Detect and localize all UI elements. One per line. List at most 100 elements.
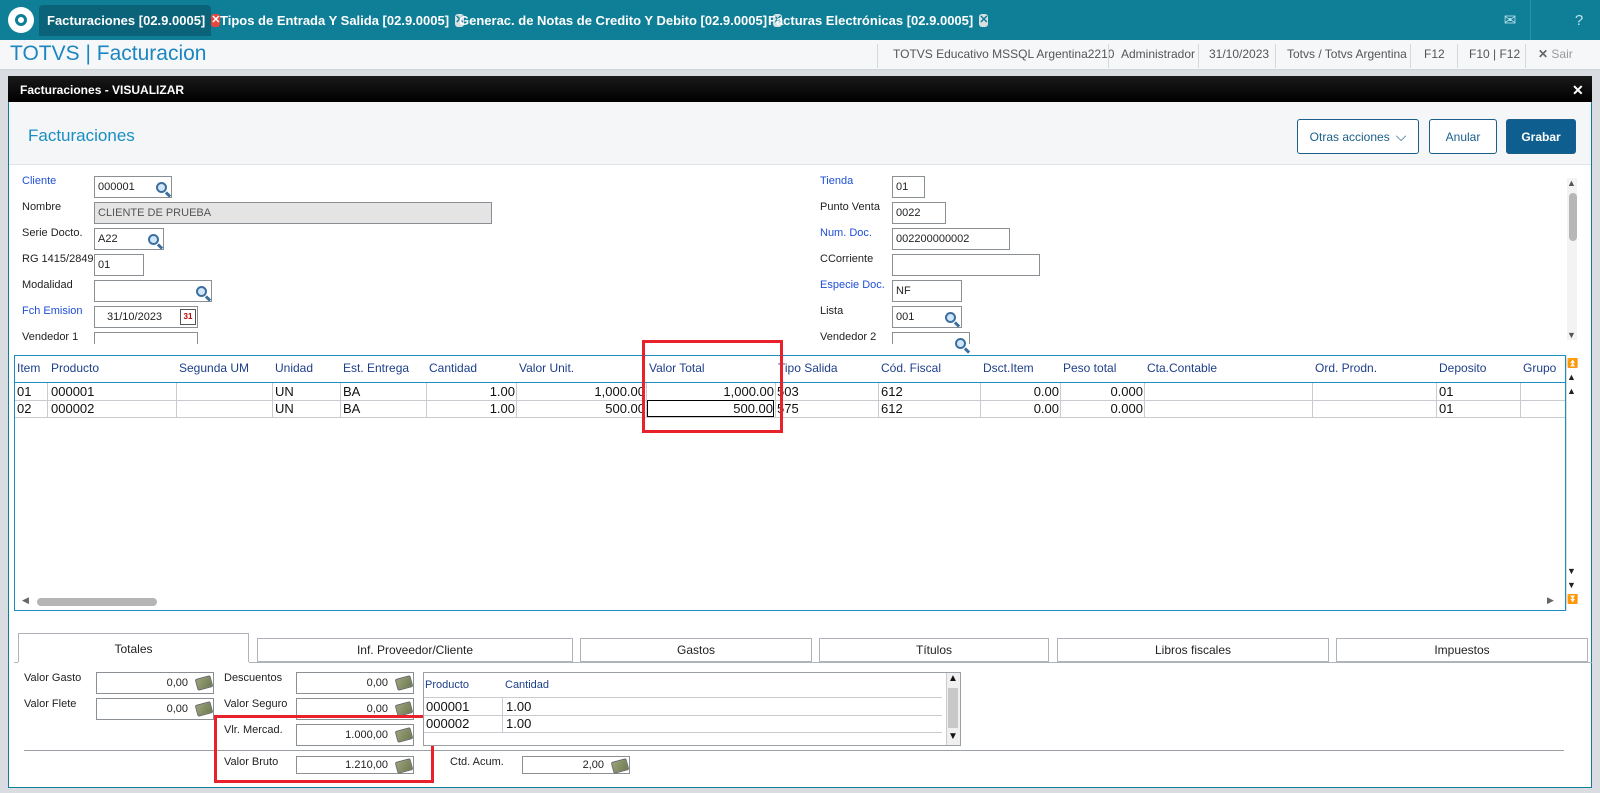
scroll-down-icon[interactable]: ▼ (948, 731, 958, 742)
f10-shortcut[interactable]: F10 | F12 (1469, 47, 1520, 61)
cell-cantidad: 1.00 (489, 401, 515, 416)
punto-venta-label: Punto Venta (820, 201, 880, 213)
column-header-cantidad[interactable]: Cantidad (505, 679, 549, 691)
column-header-producto[interactable]: Producto (425, 679, 469, 691)
cell-cantidad: 1.00 (506, 699, 532, 714)
search-icon[interactable] (940, 307, 960, 327)
cell-producto: 000002 (426, 716, 470, 731)
column-header-unidad[interactable]: Unidad (275, 361, 313, 375)
scroll-up-icon[interactable]: ▲ (948, 673, 958, 684)
cell-est-entrega: BA (343, 384, 361, 399)
lista-label: Lista (820, 305, 844, 317)
cliente-label: Cliente (22, 175, 57, 187)
column-header-grupo[interactable]: Grupo (1523, 361, 1556, 375)
chevron-down-icon: ⌵ (1395, 128, 1407, 144)
f12-shortcut[interactable]: F12 (1424, 47, 1445, 61)
divider (1410, 44, 1411, 68)
dialog-close-icon[interactable]: ✕ (1572, 82, 1584, 99)
num-doc-field[interactable]: 002200000002 (892, 228, 1010, 250)
rg-field[interactable]: 01 (94, 254, 144, 276)
column-header-cod-fiscal[interactable]: Cód. Fiscal (881, 361, 941, 375)
tab-libros-fiscales[interactable]: Libros fiscales (1057, 638, 1329, 662)
environment-label[interactable]: TOTVS Educativo MSSQL Argentina2210 (893, 47, 1114, 61)
save-button[interactable]: Grabar (1506, 119, 1576, 154)
punto-venta-field[interactable]: 0022 (892, 202, 946, 224)
valor-seguro-label: Valor Seguro (224, 698, 288, 710)
column-header-cta-contable[interactable]: Cta.Contable (1147, 361, 1217, 375)
close-icon[interactable]: ✕ (979, 14, 989, 27)
date-label[interactable]: 31/10/2023 (1209, 47, 1269, 61)
cell-item: 02 (17, 401, 32, 416)
scroll-page-down-icon[interactable]: ▼ (1567, 580, 1576, 590)
column-header-dsct-item[interactable]: Dsct.Item (983, 361, 1034, 375)
search-icon[interactable] (950, 333, 970, 353)
scroll-last-icon[interactable]: ⏬ (1567, 594, 1578, 605)
especie-field[interactable]: NF (892, 280, 962, 302)
scrollbar-thumb[interactable] (948, 688, 958, 728)
ctd-acum-label: Ctd. Acum. (450, 756, 504, 768)
scroll-right-icon[interactable]: ▶ (1547, 595, 1554, 606)
tienda-field[interactable]: 01 (892, 176, 925, 198)
horizontal-scrollbar-thumb[interactable] (37, 598, 157, 606)
company-label[interactable]: Totvs / Totvs Argentina (1287, 47, 1407, 61)
scroll-down-icon[interactable]: ▼ (1567, 566, 1576, 576)
table-row[interactable]: 01 000001 UN BA 1.00 1,000.00 1,000.00 5… (15, 383, 1565, 400)
tab-inf-proveedor-cliente[interactable]: Inf. Proveedor/Cliente (257, 638, 573, 662)
ccorriente-field[interactable] (892, 254, 1040, 276)
exit-button[interactable]: ✕ Sair (1538, 47, 1573, 61)
column-header-peso-total[interactable]: Peso total (1063, 361, 1116, 375)
search-icon[interactable] (151, 177, 171, 197)
scroll-up-icon[interactable]: ▲ (1567, 178, 1576, 188)
tab-totales[interactable]: Totales (18, 633, 249, 663)
tab-impuestos[interactable]: Impuestos (1336, 638, 1588, 662)
column-header-producto[interactable]: Producto (51, 361, 99, 375)
table-row[interactable]: 02 000002 UN BA 1.00 500.00 500.00 575 6… (15, 400, 1565, 417)
column-header-valor-unit[interactable]: Valor Unit. (519, 361, 574, 375)
cell-deposito: 01 (1439, 384, 1454, 399)
scroll-first-icon[interactable]: ⏫ (1567, 358, 1578, 368)
divider (1525, 44, 1526, 68)
divider (1530, 0, 1531, 40)
scroll-down-icon[interactable]: ▼ (1567, 330, 1576, 340)
tab-tipos-entrada-salida[interactable]: Tipos de Entrada Y Salida [02.9.0005] ✕ (212, 5, 465, 36)
nombre-field[interactable]: CLIENTE DE PRUEBA (94, 202, 492, 224)
tab-facturas-electronicas[interactable]: Facturas Electrónicas [02.9.0005] ✕ (760, 5, 989, 36)
tab-facturaciones[interactable]: Facturaciones [02.9.0005] ✕ (39, 5, 221, 36)
tabs-baseline (14, 662, 1592, 663)
column-header-ord-prodn[interactable]: Ord. Prodn. (1315, 361, 1377, 375)
column-header-tipo-salida[interactable]: Tipo Salida (778, 361, 838, 375)
tab-titulos[interactable]: Títulos (819, 638, 1049, 662)
other-actions-button[interactable]: Otras acciones ⌵ (1297, 119, 1419, 154)
tab-label: Facturaciones [02.9.0005] (47, 13, 206, 28)
cancel-button[interactable]: Anular (1429, 119, 1497, 154)
totvs-logo-icon[interactable] (8, 7, 34, 33)
column-header-segunda-um[interactable]: Segunda UM (179, 361, 249, 375)
highlight-totals (214, 715, 434, 783)
cell-unidad: UN (275, 401, 294, 416)
serie-label: Serie Docto. (22, 227, 83, 239)
tab-label: Tipos de Entrada Y Salida [02.9.0005] (220, 13, 450, 28)
scroll-left-icon[interactable]: ◀ (22, 595, 29, 606)
column-header-item[interactable]: Item (17, 361, 40, 375)
user-label[interactable]: Administrador (1121, 47, 1195, 61)
divider (1275, 44, 1276, 68)
calendar-icon[interactable]: 31 (180, 309, 196, 325)
ccorriente-label: CCorriente (820, 253, 874, 265)
table-row[interactable]: 000001 1.00 (424, 698, 942, 715)
search-icon[interactable] (191, 281, 211, 301)
scrollbar-thumb[interactable] (1569, 193, 1577, 241)
column-header-deposito[interactable]: Deposito (1439, 361, 1486, 375)
tab-notas-credito-debito[interactable]: Generac. de Notas de Credito Y Debito [0… (451, 5, 783, 36)
column-header-cantidad[interactable]: Cantidad (429, 361, 477, 375)
table-row[interactable]: 000002 1.00 (424, 715, 942, 732)
cell-peso-total: 0.000 (1110, 384, 1143, 399)
column-header-est-entrega[interactable]: Est. Entrega (343, 361, 409, 375)
vendedor1-field[interactable] (94, 332, 198, 344)
scroll-page-up-icon[interactable]: ▲ (1567, 372, 1576, 382)
other-actions-label: Otras acciones (1309, 129, 1390, 144)
mail-icon[interactable]: ✉ (1497, 8, 1523, 32)
scroll-up-icon[interactable]: ▲ (1567, 386, 1576, 396)
help-icon[interactable]: ? (1566, 8, 1592, 32)
tab-gastos[interactable]: Gastos (580, 638, 812, 662)
search-icon[interactable] (143, 229, 163, 249)
